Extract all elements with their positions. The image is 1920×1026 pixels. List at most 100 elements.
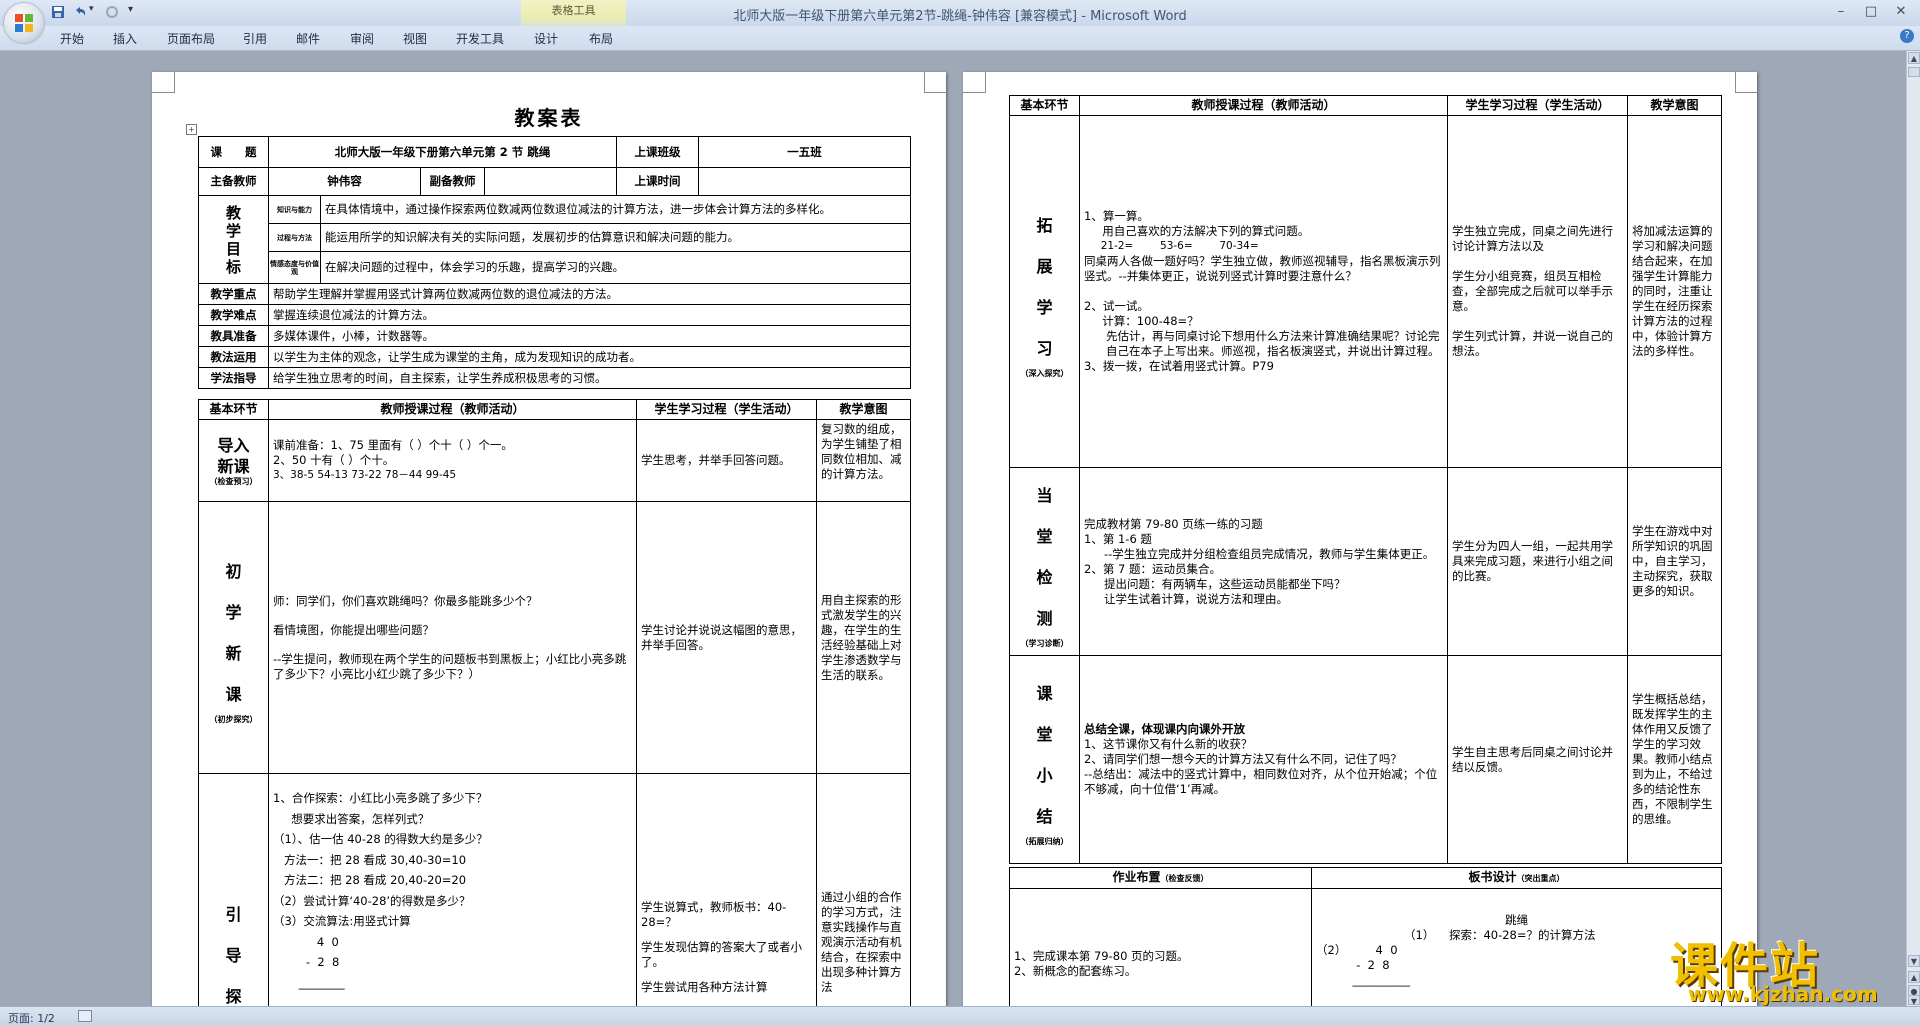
goal-text: 在具体情境中，通过操作探索两位数减两位数退位减法的计算方法，进一步体会计算方法的… <box>319 195 912 224</box>
student-activity: 学生独立完成，同桌之间先进行讨论计算方法以及 学生分小组竞赛，组员互相检查，全部… <box>1447 115 1628 468</box>
row-label: 教法运用 <box>198 346 269 368</box>
teacher-label: 主备教师 <box>198 167 269 196</box>
teacher-activity: 1、合作探索：小红比小亮多跳了多少下？ 想要求出答案，怎样列式？ （1）、估一估… <box>268 773 637 1006</box>
crop-mark <box>924 72 947 93</box>
header-intent: 教学意图 <box>816 399 911 420</box>
scroll-up-icon[interactable]: ▲ <box>1908 52 1920 64</box>
student-activity: 学生思考，并举手回答问题。 <box>636 419 817 502</box>
time-value <box>698 167 912 196</box>
save-icon[interactable] <box>50 4 66 20</box>
homework-header: 作业布置（检查反馈） <box>1009 867 1312 889</box>
board-content: 跳绳 （1） 探索：40-28=？的计算方法 （2） 4 0 - 2 8 ___… <box>1311 888 1722 1006</box>
stage-name: 引导探 <box>198 773 269 1006</box>
board-header: 板书设计（突出重点） <box>1311 867 1722 889</box>
row-text: 给学生独立思考的时间，自主探索，让学生养成积极思考的习惯。 <box>267 367 912 389</box>
stage-name: 初学新课（初步探究） <box>198 501 269 774</box>
goal-tag: 过程与方法 <box>268 223 321 252</box>
proofing-icon[interactable] <box>78 1010 92 1022</box>
tab-home[interactable]: 开始 <box>60 30 84 47</box>
teaching-intent: 学生概括总结，既发挥学生的主体作用又反馈了学生的学习效果。教师小结点到为止，不给… <box>1627 655 1722 864</box>
help-icon[interactable]: ? <box>1900 29 1914 43</box>
time-label: 上课时间 <box>616 167 700 196</box>
office-button[interactable] <box>4 3 44 43</box>
teaching-intent: 通过小组的合作的学习方式，注意实践操作与直观演示活动有机结合，在探索中出现多种计… <box>816 773 911 1006</box>
tab-mailings[interactable]: 邮件 <box>296 30 320 47</box>
tab-page-layout[interactable]: 页面布局 <box>167 30 215 47</box>
document-page-1[interactable]: 教案表 + 课 题 北师大版一年级下册第六单元第 2 节 跳绳 上课班级 一五班… <box>152 72 947 1006</box>
watermark-url: www.kjzhan.com <box>1688 982 1878 1006</box>
process-table-page1: 基本环节 教师授课过程（教师活动） 学生学习过程（学生活动） 教学意图 导入 新课… <box>198 399 911 1006</box>
teaching-intent: 学生在游戏中对所学知识的巩固中，自主学习，主动探究，获取更多的知识。 <box>1627 467 1722 656</box>
row-text: 以学生为主体的观念，让学生成为课堂的主角，成为发现知识的成功者。 <box>267 346 912 368</box>
ribbon-tabs: 开始 插入 页面布局 引用 邮件 审阅 视图 开发工具 设计 布局 <box>0 26 1920 51</box>
close-button[interactable]: ✕ <box>1888 3 1914 21</box>
class-label: 上课班级 <box>616 136 700 168</box>
header-teacher: 教师授课过程（教师活动） <box>268 399 637 420</box>
document-workspace[interactable]: 教案表 + 课 题 北师大版一年级下册第六单元第 2 节 跳绳 上课班级 一五班… <box>0 51 1920 1006</box>
tab-developer[interactable]: 开发工具 <box>456 30 504 47</box>
goal-tag: 知识与能力 <box>268 195 321 224</box>
redo-icon[interactable] <box>104 4 120 20</box>
goal-text: 在解决问题的过程中，体会学习的乐趣，提高学习的兴趣。 <box>319 251 912 284</box>
vertical-scrollbar[interactable]: ▲ ▼ ▲ ● ▼ <box>1906 51 1920 1006</box>
office-logo-icon <box>15 14 33 32</box>
homework-content: 1、完成课本第 79-80 页的习题。 2、新概念的配套练习。 <box>1009 888 1312 1006</box>
row-label: 学法指导 <box>198 367 269 389</box>
assistant-value <box>483 167 618 196</box>
student-activity: 学生说算式，教师板书：40-28=？ 学生发现估算的答案大了或者小了。 学生尝试… <box>636 773 817 1006</box>
header-student: 学生学习过程（学生活动） <box>636 399 817 420</box>
teaching-intent: 将加减法运算的学习和解决问题结合起来，在加强学生计算能力的同时，注重让学生在经历… <box>1627 115 1722 468</box>
goal-tag: 情感态度与价值观 <box>268 251 321 284</box>
row-label: 教学重点 <box>198 283 269 305</box>
header-teacher: 教师授课过程（教师活动） <box>1079 95 1448 116</box>
tab-references[interactable]: 引用 <box>243 30 267 47</box>
process-table-page2: 基本环节 教师授课过程（教师活动） 学生学习过程（学生活动） 教学意图 拓展学习… <box>1009 95 1722 864</box>
row-label: 教学难点 <box>198 304 269 326</box>
student-activity: 学生分为四人一组，一起共用学具来完成习题，来进行小组之间的比赛。 <box>1447 467 1628 656</box>
title-bar: 北师大版一年级下册第六单元第2节-跳绳-钟伟容 [兼容模式] - Microso… <box>0 0 1920 34</box>
table-move-handle-icon[interactable]: + <box>186 124 197 135</box>
teacher-activity: 完成教材第 79-80 页练一练的习题 1、第 1-6 题 --学生独立完成并分… <box>1079 467 1448 656</box>
undo-icon[interactable] <box>72 4 88 20</box>
tab-layout[interactable]: 布局 <box>589 30 613 47</box>
tab-design[interactable]: 设计 <box>534 30 558 47</box>
watermark-logo: 课件站 www.kjzhan.com <box>1670 926 1910 1006</box>
goals-label: 教学目标 <box>198 195 269 284</box>
crop-mark <box>1735 72 1758 93</box>
header-stage: 基本环节 <box>198 399 269 420</box>
teacher-activity: 1、算一算。 用自己喜欢的方法解决下列的算式问题。 21-2= 53-6= 70… <box>1079 115 1448 468</box>
stage-name: 导入 新课 （检查预习） <box>198 419 269 502</box>
row-label: 教具准备 <box>198 325 269 347</box>
teacher-activity: 师：同学们，你们喜欢跳绳吗？你最多能跳多少个？ 看情境图，你能提出哪些问题？ -… <box>268 501 637 774</box>
document-page-2[interactable]: 基本环节 教师授课过程（教师活动） 学生学习过程（学生活动） 教学意图 拓展学习… <box>963 72 1758 1006</box>
row-text: 多媒体课件，小棒，计数器等。 <box>267 325 912 347</box>
homework-board-table: 作业布置（检查反馈） 板书设计（突出重点） 1、完成课本第 79-80 页的习题… <box>1009 867 1722 1006</box>
maximize-button[interactable]: □ <box>1858 3 1884 21</box>
class-value: 一五班 <box>698 136 912 168</box>
tab-view[interactable]: 视图 <box>403 30 427 47</box>
teaching-intent: 用自主探索的形式激发学生的兴趣，在学生的生活经验基础上对学生渗透数学与生活的联系… <box>816 501 911 774</box>
tab-insert[interactable]: 插入 <box>113 30 137 47</box>
topic-value: 北师大版一年级下册第六单元第 2 节 跳绳 <box>267 136 618 168</box>
document-title: 教案表 <box>514 106 584 130</box>
student-activity: 学生自主思考后同桌之间讨论并结以反馈。 <box>1447 655 1628 864</box>
row-text: 帮助学生理解并掌握用竖式计算两位数减两位数的退位减法的方法。 <box>267 283 912 305</box>
minimize-button[interactable]: – <box>1828 3 1854 21</box>
stage-name: 当堂检测（学习诊断） <box>1009 467 1080 656</box>
teacher-activity: 总结全课，体现课内向课外开放 1、这节课你又有什么新的收获？ 2、请同学们想一想… <box>1079 655 1448 864</box>
table-tools-label: 表格工具 <box>551 4 596 17</box>
undo-dropdown-icon[interactable]: ▾ <box>89 4 105 20</box>
customize-toolbar-icon[interactable]: ▾ <box>128 4 144 20</box>
tab-review[interactable]: 审阅 <box>350 30 374 47</box>
row-text: 掌握连续退位减法的计算方法。 <box>267 304 912 326</box>
info-table: 课 题 北师大版一年级下册第六单元第 2 节 跳绳 上课班级 一五班 主备教师 … <box>198 136 912 389</box>
stage-name: 课堂小结（拓展归纳） <box>1009 655 1080 864</box>
assistant-label: 副备教师 <box>420 167 485 196</box>
teaching-intent: 复习数的组成，为学生铺垫了相同数位相加、减的计算方法。 <box>816 419 911 502</box>
teacher-value: 钟伟容 <box>268 167 421 196</box>
stage-name: 拓展学习（深入探究） <box>1009 115 1080 468</box>
page-indicator[interactable]: 页面: 1/2 <box>8 1010 55 1026</box>
goal-text: 能运用所学的知识解决有关的实际问题，发展初步的估算意识和解决问题的能力。 <box>319 223 912 252</box>
scroll-thumb[interactable] <box>1908 67 1920 77</box>
crop-mark <box>152 72 175 93</box>
